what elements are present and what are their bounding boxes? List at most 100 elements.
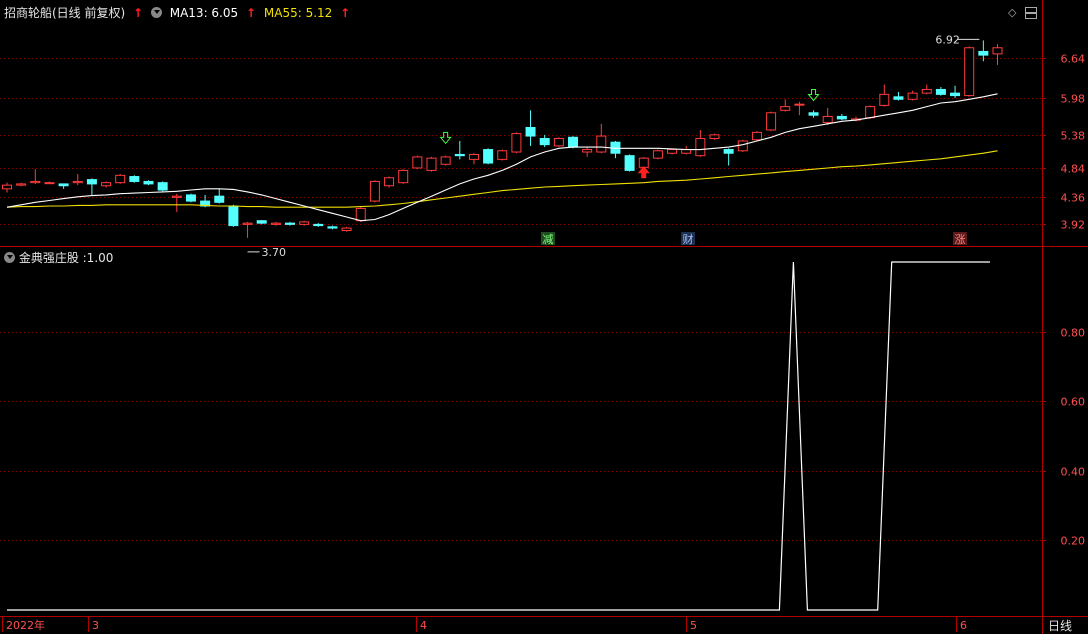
price-tick-label: 5.98 — [1061, 93, 1086, 106]
candle-body[interactable] — [242, 222, 253, 225]
candle-body[interactable] — [808, 112, 819, 116]
price-tick-label: 6.64 — [1061, 53, 1086, 66]
timeframe-button[interactable]: 日线 — [1048, 617, 1072, 634]
price-tick-label: 3.92 — [1061, 219, 1086, 232]
candle-body[interactable] — [539, 138, 550, 146]
candle-body[interactable] — [879, 93, 890, 106]
candle-body[interactable] — [2, 184, 12, 190]
buy-signal-arrow-icon[interactable] — [439, 131, 452, 145]
stock-title[interactable]: 招商轮船(日线 前复权) — [4, 6, 125, 20]
minimize-icon[interactable] — [1025, 7, 1037, 19]
candle-body[interactable] — [426, 157, 437, 171]
indicator-dropdown-icon[interactable] — [4, 252, 15, 263]
indicator-tick-label: 0.60 — [1061, 396, 1086, 409]
candle-body[interactable] — [384, 177, 395, 187]
candle-body[interactable] — [822, 115, 833, 124]
event-marker-label: 涨 — [955, 233, 966, 246]
candle-body[interactable] — [270, 222, 281, 225]
candle-body[interactable] — [723, 149, 734, 154]
low-price-label: 3.70 — [262, 246, 287, 259]
up-arrow-icon: ↑ — [133, 6, 144, 20]
candle-body[interactable] — [101, 182, 112, 187]
candle-body[interactable] — [737, 140, 748, 152]
candle-body[interactable] — [497, 150, 508, 160]
candle-body[interactable] — [256, 220, 267, 224]
candle-body[interactable] — [327, 226, 338, 229]
candle-body[interactable] — [582, 149, 593, 153]
buy-signal-arrow-icon[interactable] — [807, 88, 820, 102]
candle-body[interactable] — [950, 92, 961, 97]
candle-body[interactable] — [624, 155, 635, 171]
candle-body[interactable] — [568, 136, 578, 148]
candle-body[interactable] — [921, 88, 932, 94]
candle-body[interactable] — [185, 194, 196, 202]
candle-body[interactable] — [16, 183, 27, 186]
time-axis-label: 4 — [420, 619, 427, 632]
candle-body[interactable] — [115, 174, 126, 184]
ma13-up-icon: ↑ — [245, 6, 257, 20]
candle-body[interactable] — [553, 138, 564, 147]
candle-body[interactable] — [228, 205, 239, 227]
candle-body[interactable] — [214, 195, 225, 203]
candle-body[interactable] — [285, 222, 295, 225]
time-axis-label: 3 — [92, 619, 99, 632]
candle-body[interactable] — [652, 150, 663, 159]
candle-body[interactable] — [964, 47, 975, 97]
time-axis-label: 2022年 — [6, 618, 45, 632]
indicator-title: 金典强庄股 :1.00 — [18, 251, 114, 265]
candle-body[interactable] — [412, 156, 423, 169]
indicator-header: 金典强庄股 :1.00 — [4, 249, 113, 266]
candle-body[interactable] — [341, 227, 352, 232]
high-price-label: 6.92 — [935, 33, 960, 46]
candle-body[interactable] — [780, 106, 791, 111]
candle-body[interactable] — [355, 207, 366, 222]
candle-body[interactable] — [30, 180, 41, 184]
candle-body[interactable] — [299, 221, 310, 225]
candle-body[interactable] — [511, 133, 522, 153]
candle-body[interactable] — [709, 134, 720, 140]
indicator-line — [7, 261, 990, 611]
candle-body[interactable] — [992, 47, 1003, 55]
candle-body[interactable] — [72, 180, 83, 184]
candle-body[interactable] — [667, 149, 678, 154]
candle-body[interactable] — [794, 103, 805, 106]
candle-body[interactable] — [978, 50, 989, 56]
price-tick-label: 4.36 — [1061, 192, 1086, 205]
candle-body[interactable] — [313, 223, 324, 227]
candle-body[interactable] — [369, 180, 380, 202]
candle-body[interactable] — [836, 115, 847, 120]
candle-body[interactable] — [129, 176, 140, 182]
indicator-tick-label: 0.40 — [1061, 466, 1086, 479]
candle-body[interactable] — [695, 138, 706, 157]
price-tick-label: 5.38 — [1061, 130, 1086, 143]
candle-body[interactable] — [596, 135, 607, 153]
event-marker-label: 财 — [683, 232, 694, 246]
indicator-tick-label: 0.20 — [1061, 535, 1086, 548]
candle-body[interactable] — [893, 96, 904, 100]
candle-body[interactable] — [766, 112, 777, 131]
diamond-icon[interactable]: ◇ — [1008, 6, 1016, 19]
candle-body[interactable] — [751, 131, 762, 141]
chart-header: 招商轮船(日线 前复权) ↑ MA13: 6.05 ↑ MA55: 5.12 ↑ — [4, 4, 354, 21]
candle-body[interactable] — [440, 156, 451, 165]
ma13-label: MA13: 6.05 — [169, 6, 239, 20]
candle-body[interactable] — [454, 153, 465, 157]
settings-dropdown-icon[interactable] — [150, 7, 162, 18]
candle-body[interactable] — [398, 169, 409, 184]
ma55-label: MA55: 5.12 — [263, 6, 333, 20]
candle-body[interactable] — [935, 88, 946, 95]
event-marker-label: 减 — [543, 233, 554, 246]
indicator-tick-label: 0.80 — [1061, 327, 1086, 340]
candle-body[interactable] — [58, 183, 69, 187]
stock-chart[interactable]: 3.92 4.36 4.84 5.38 5.98 6.64 0.20 0.40 0.60 0.80… — [0, 0, 1088, 634]
candle-body[interactable] — [525, 126, 536, 137]
candle-body[interactable] — [907, 92, 918, 100]
candle-body[interactable] — [44, 182, 55, 185]
candle-body[interactable] — [483, 149, 494, 164]
candle-body[interactable] — [171, 195, 182, 198]
candle-body[interactable] — [86, 179, 97, 185]
candle-body[interactable] — [865, 106, 876, 119]
candle-body[interactable] — [143, 180, 154, 185]
candle-body[interactable] — [468, 153, 479, 160]
candle-body[interactable] — [157, 182, 168, 191]
